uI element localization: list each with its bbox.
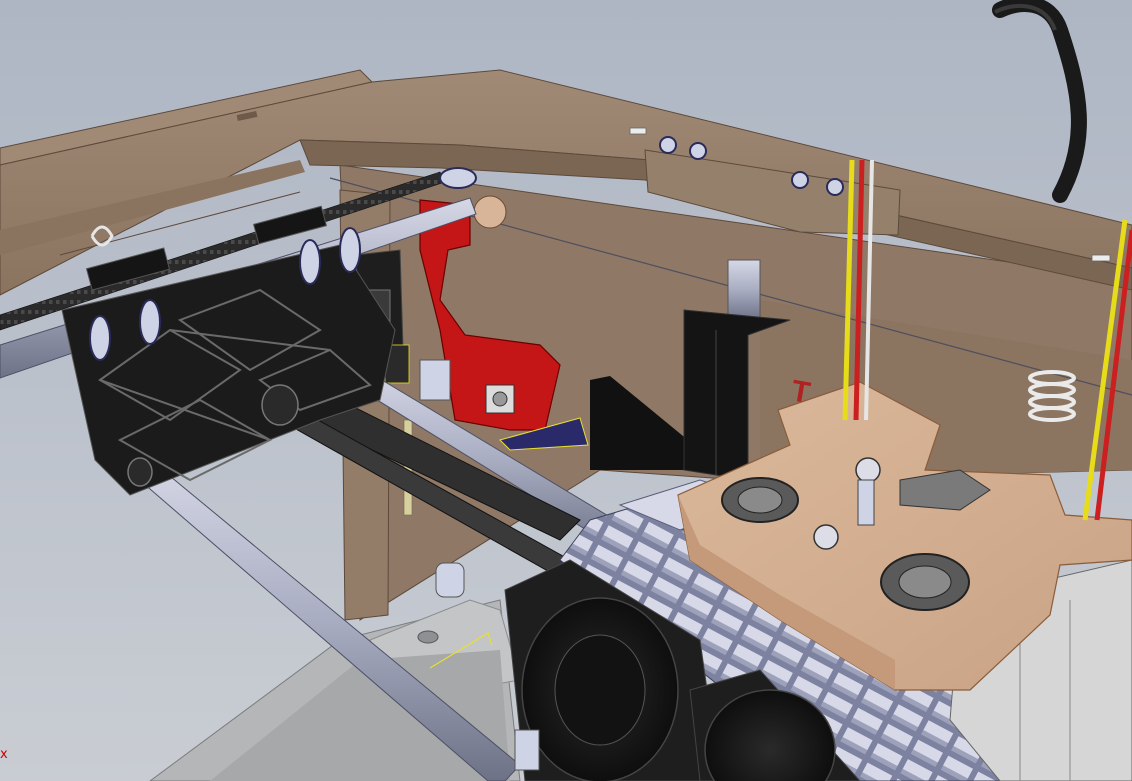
axis-indicator-label: x <box>0 747 8 762</box>
cad-3d-viewport[interactable]: T x <box>0 0 1132 781</box>
cad-model-scene[interactable]: T <box>0 0 1132 781</box>
